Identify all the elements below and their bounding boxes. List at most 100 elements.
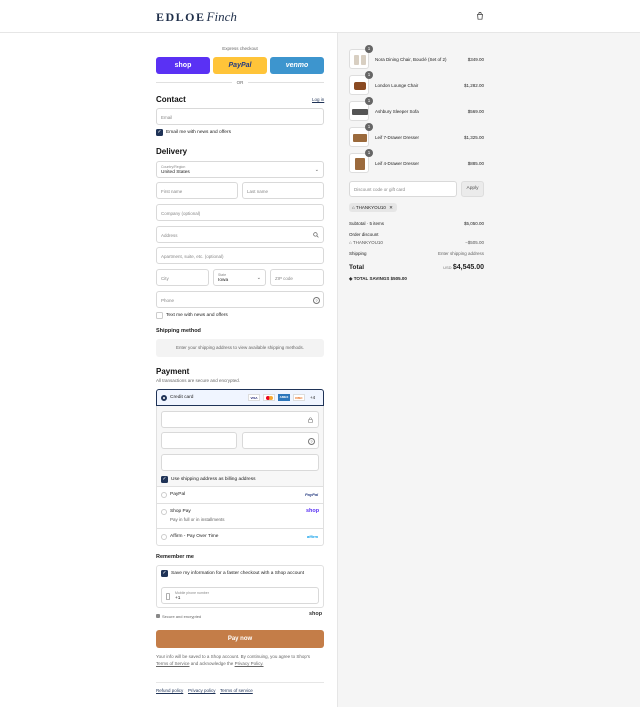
secure-label: Secure and encrypted <box>162 614 202 619</box>
billing-address-checkbox[interactable]: ✓ <box>161 476 168 483</box>
venmo-button[interactable]: venmo <box>270 57 324 74</box>
express-checkout-title: Express checkout <box>222 46 258 51</box>
shipping-label: Shipping <box>349 251 367 256</box>
email-field[interactable]: Email <box>156 108 324 125</box>
subtotal-label: Subtotal · 5 items <box>349 221 385 226</box>
card-number-field[interactable] <box>161 411 319 428</box>
mobile-icon <box>166 593 170 600</box>
save-info-label: Save my information for a faster checkou… <box>171 571 305 576</box>
cart-item: 1 Leif 4-Drawer Dresser $885.00 <box>349 149 484 173</box>
lock-icon <box>308 417 313 423</box>
shipping-row: Shipping Enter shipping address <box>349 251 484 256</box>
divider <box>248 82 324 83</box>
product-name: Leif 4-Drawer Dresser <box>375 161 420 166</box>
address-field[interactable]: Address <box>156 226 324 243</box>
total-label: Total <box>349 264 365 271</box>
apartment-field[interactable]: Apartment, suite, etc. (optional) <box>156 247 324 264</box>
tag-icon: ⌂ <box>352 205 355 210</box>
divider <box>156 82 232 83</box>
paypal-logo: PayPal <box>305 492 319 497</box>
email-news-label: Email me with news and offers <box>166 130 231 135</box>
remember-title: Remember me <box>156 554 194 560</box>
product-price: $885.00 <box>467 161 484 166</box>
shop-pay-label: Shop Pay <box>170 509 191 514</box>
discount-code-field[interactable]: Discount code or gift card <box>349 181 457 197</box>
currency-label: USD <box>443 265 452 270</box>
more-cards-count: +4 <box>310 395 316 400</box>
country-select[interactable]: Country/Region United States ⌄ <box>156 161 324 178</box>
affirm-logo: affirm <box>307 534 319 539</box>
credit-card-label: Credit card <box>170 395 194 400</box>
privacy-link[interactable]: Privacy Policy. <box>235 661 264 666</box>
state-select[interactable]: State Iowa ⌄ <box>213 269 266 286</box>
shop-pay-sublabel: Pay in full or in installments <box>170 517 225 522</box>
total-row: Total USD $4,545.00 <box>349 264 484 271</box>
security-code-field[interactable]: ? <box>242 432 319 449</box>
email-news-checkbox[interactable]: ✓ <box>156 129 163 136</box>
chevron-down-icon: ⌄ <box>256 275 261 281</box>
search-icon <box>313 232 319 238</box>
shop-pay-radio[interactable] <box>161 509 167 515</box>
phone-field[interactable]: Phone ? <box>156 291 324 308</box>
discount-code-label: THANKYOU10 <box>352 240 383 245</box>
login-link[interactable]: Log in <box>312 97 324 102</box>
remove-discount-icon[interactable]: ✕ <box>389 205 393 210</box>
paypal-button[interactable]: PayPal <box>213 57 267 74</box>
billing-address-label: Use shipping address as billing address <box>171 477 256 482</box>
company-field[interactable]: Company (optional) <box>156 204 324 221</box>
pay-now-button[interactable]: Pay now <box>156 630 324 648</box>
mobile-phone-field[interactable]: Mobile phone number +1 <box>161 587 319 604</box>
text-news-label: Text me with news and offers <box>166 313 228 318</box>
delivery-title: Delivery <box>156 147 188 156</box>
order-discount-label: Order discount <box>349 232 379 237</box>
affirm-radio[interactable] <box>161 534 167 540</box>
paypal-label: PayPal <box>170 492 186 497</box>
terms-of-service-link[interactable]: Terms of service <box>220 688 253 693</box>
privacy-policy-link[interactable]: Privacy policy <box>188 688 216 693</box>
credit-card-radio[interactable] <box>161 395 167 401</box>
footer-divider <box>156 682 324 683</box>
cart-item: 1 Nora Dining Chair, Bouclé (Set of 2) $… <box>349 45 484 69</box>
zip-field[interactable]: ZIP code <box>270 269 324 286</box>
shipping-method-title: Shipping method <box>156 328 201 334</box>
expiration-field[interactable] <box>161 432 237 449</box>
last-name-field[interactable]: Last name <box>242 182 324 199</box>
shop-pay-button[interactable]: shop <box>156 57 210 74</box>
cart-item: 1 Ashbury Sleeper Sofa $569.00 <box>349 97 484 121</box>
save-info-checkbox[interactable]: ✓ <box>161 570 168 577</box>
apply-button[interactable]: Apply <box>461 181 484 197</box>
terms-link[interactable]: Terms of Service <box>156 661 190 666</box>
cart-bag-icon[interactable] <box>476 12 484 20</box>
cart-item: 1 Leif 7-Drawer Dresser $1,325.00 <box>349 123 484 147</box>
help-icon[interactable]: ? <box>313 297 320 304</box>
quantity-badge: 1 <box>365 123 373 131</box>
payment-subtitle: All transactions are secure and encrypte… <box>156 378 241 383</box>
quantity-badge: 1 <box>365 149 373 157</box>
shipping-notice: Enter your shipping address to view avai… <box>156 339 324 357</box>
product-name: Leif 7-Drawer Dresser <box>375 135 420 140</box>
discount-code-row: ⌂ THANKYOU10 −$505.00 <box>349 240 484 245</box>
refund-policy-link[interactable]: Refund policy <box>156 688 183 693</box>
quantity-badge: 1 <box>365 71 373 79</box>
quantity-badge: 1 <box>365 45 373 53</box>
payment-title: Payment <box>156 367 190 376</box>
mastercard-icon <box>263 394 275 401</box>
total-amount: USD $4,545.00 <box>443 264 484 271</box>
lock-icon <box>156 614 160 618</box>
name-on-card-field[interactable] <box>161 454 319 471</box>
subtotal-row: Subtotal · 5 items $5,050.00 <box>349 221 484 226</box>
order-discount-row: Order discount <box>349 232 484 237</box>
legal-text: Your info will be saved to a Shop accoun… <box>156 654 311 666</box>
product-price: $1,325.00 <box>463 135 484 140</box>
paypal-radio[interactable] <box>161 492 167 498</box>
header: EDLOEFinch <box>0 0 640 33</box>
brand-logo[interactable]: EDLOEFinch <box>156 9 237 25</box>
text-news-checkbox[interactable] <box>156 312 163 319</box>
or-label: OR <box>236 80 244 85</box>
help-icon[interactable]: ? <box>308 438 315 445</box>
savings-value: $505.00 <box>390 276 407 281</box>
product-price: $569.00 <box>467 109 484 114</box>
discount-tag: ⌂ THANKYOU10 ✕ <box>349 203 397 212</box>
city-field[interactable]: City <box>156 269 209 286</box>
first-name-field[interactable]: First name <box>156 182 238 199</box>
